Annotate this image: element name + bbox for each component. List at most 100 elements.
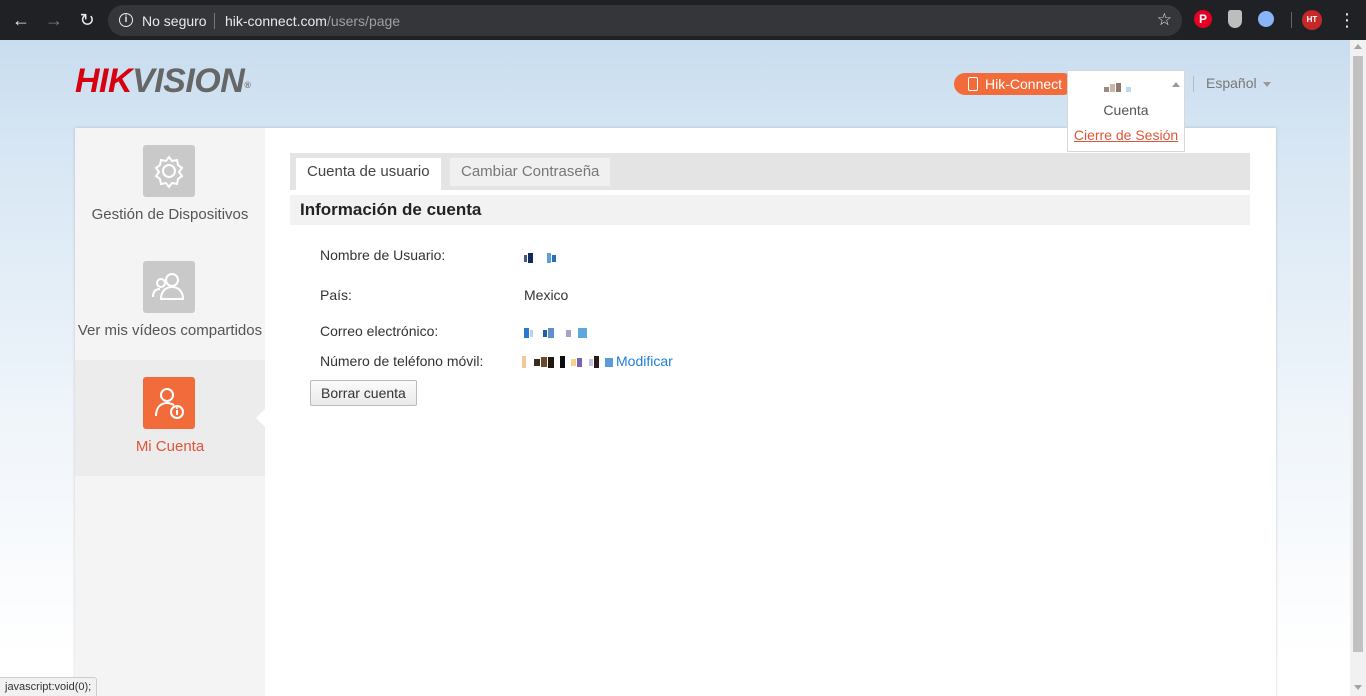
redacted-pixel	[552, 254, 556, 262]
username-value-redacted	[524, 249, 557, 265]
redacted-pixel	[548, 328, 554, 339]
sidebar-item-label: Ver mis vídeos compartidos	[77, 322, 263, 339]
logo-registered-mark: ®	[244, 80, 251, 90]
redacted-pixel	[534, 255, 546, 262]
ghostery-extension-icon[interactable]	[1258, 11, 1274, 27]
shared-users-icon	[143, 261, 195, 313]
phone-icon	[968, 77, 978, 91]
forward-arrow-icon[interactable]: →	[43, 9, 65, 31]
language-label: Español	[1206, 75, 1257, 91]
scroll-down-icon[interactable]	[1354, 685, 1362, 690]
redacted-pixel	[534, 358, 540, 366]
phone-value-row: Modificar	[522, 353, 673, 369]
tab-change-password[interactable]: Cambiar Contraseña	[450, 158, 611, 186]
hikvision-logo[interactable]: HIKVISION®	[75, 62, 251, 100]
redacted-pixel	[600, 359, 604, 366]
url-text[interactable]: hik-connect.com/users/page	[225, 13, 400, 29]
redacted-pixel	[571, 358, 576, 366]
logout-link[interactable]: Cierre de Sesión	[1068, 127, 1184, 143]
gear-icon	[143, 145, 195, 197]
back-arrow-icon[interactable]: ←	[10, 9, 32, 31]
sidebar-item-my-account[interactable]: Mi Cuenta	[75, 360, 266, 476]
content-card: Gestión de Dispositivos Ver mis vídeos c…	[75, 128, 1276, 696]
account-menu-item[interactable]: Cuenta	[1068, 102, 1184, 118]
redacted-pixel	[594, 356, 599, 369]
vertical-scrollbar[interactable]	[1350, 40, 1366, 696]
redacted-pixel	[527, 359, 533, 366]
redacted-pixel	[605, 357, 613, 367]
redacted-pixel	[583, 359, 588, 366]
pinterest-extension-icon[interactable]: P	[1194, 10, 1212, 28]
info-icon[interactable]: i	[119, 13, 133, 27]
toolbar-divider	[1291, 12, 1292, 28]
redacted-pixel	[560, 356, 565, 369]
active-indicator	[256, 408, 266, 428]
email-value-redacted	[524, 324, 588, 340]
redacted-pixel	[524, 328, 529, 339]
username-label: Nombre de Usuario:	[320, 247, 446, 263]
account-dropdown: Cuenta Cierre de Sesión	[1067, 70, 1185, 152]
sidebar: Gestión de Dispositivos Ver mis vídeos c…	[75, 128, 266, 696]
modify-phone-link[interactable]: Modificar	[616, 353, 673, 369]
redacted-pixel	[1116, 83, 1121, 92]
reload-icon[interactable]: ↻	[76, 9, 98, 31]
redacted-pixel	[578, 328, 587, 339]
language-selector[interactable]: Español	[1206, 75, 1271, 91]
profile-avatar-icon[interactable]: HT	[1302, 10, 1322, 30]
tab-user-account[interactable]: Cuenta de usuario	[296, 158, 441, 190]
url-host: hik-connect.com	[225, 13, 327, 29]
redacted-pixel	[577, 357, 582, 367]
redacted-pixel	[522, 356, 526, 369]
browser-status-bar: javascript:void(0);	[0, 677, 98, 696]
phone-label: Número de teléfono móvil:	[320, 353, 484, 369]
redacted-pixel	[555, 359, 559, 366]
country-label: País:	[320, 287, 352, 303]
redacted-pixel	[1126, 87, 1131, 92]
sidebar-item-label: Mi Cuenta	[135, 438, 205, 455]
redacted-pixel	[1122, 87, 1125, 92]
email-label: Correo electrónico:	[320, 323, 439, 339]
redacted-pixel	[541, 357, 547, 368]
page-body: HIKVISION® Hik-Connect Cuenta Cierre de …	[0, 40, 1350, 696]
account-info-icon	[143, 377, 195, 429]
redacted-pixel	[528, 253, 533, 264]
redacted-pixel	[530, 329, 533, 337]
section-title: Información de cuenta	[290, 195, 1250, 225]
security-label: No seguro	[142, 13, 207, 29]
redacted-pixel	[555, 330, 565, 337]
browser-toolbar: ← → ↻ i No seguro hik-connect.com/users/…	[0, 0, 1366, 40]
url-path: /users/page	[326, 13, 401, 29]
redacted-pixel	[1110, 84, 1115, 92]
hik-connect-button[interactable]: Hik-Connect	[954, 73, 1074, 95]
redacted-pixel	[547, 253, 551, 264]
redacted-pixel	[524, 254, 527, 262]
tab-bar: Cuenta de usuario Cambiar Contraseña	[290, 153, 1250, 190]
redacted-pixel	[548, 356, 554, 368]
redacted-pixel	[543, 329, 547, 337]
browser-menu-icon[interactable]: ⋮	[1338, 10, 1356, 30]
redacted-pixel	[572, 330, 577, 337]
account-username-redacted[interactable]	[1104, 80, 1132, 95]
dropdown-caret-up-icon[interactable]	[1172, 82, 1180, 87]
logo-vision: VISION	[132, 62, 245, 100]
redacted-pixel	[534, 330, 542, 337]
logo-hik: HIK	[75, 62, 133, 100]
scrollbar-thumb[interactable]	[1353, 56, 1363, 652]
language-separator	[1193, 76, 1194, 92]
sidebar-item-label: Gestión de Dispositivos	[91, 206, 249, 223]
sidebar-item-device-management[interactable]: Gestión de Dispositivos	[75, 128, 265, 244]
bookmark-star-icon[interactable]: ☆	[1157, 10, 1172, 30]
delete-account-button[interactable]: Borrar cuenta	[310, 380, 417, 406]
hik-connect-label: Hik-Connect	[985, 76, 1063, 92]
address-separator	[214, 13, 215, 29]
redacted-pixel	[566, 329, 571, 337]
scroll-up-icon[interactable]	[1354, 44, 1362, 49]
redacted-pixel	[589, 358, 593, 366]
country-value: Mexico	[524, 287, 569, 303]
address-bar[interactable]: i No seguro hik-connect.com/users/page ☆	[108, 5, 1182, 36]
sidebar-item-shared-videos[interactable]: Ver mis vídeos compartidos	[75, 244, 265, 360]
redacted-pixel	[1104, 87, 1109, 92]
shield-extension-icon[interactable]	[1228, 10, 1242, 28]
redacted-pixel	[566, 359, 570, 366]
chevron-down-icon	[1262, 81, 1271, 87]
